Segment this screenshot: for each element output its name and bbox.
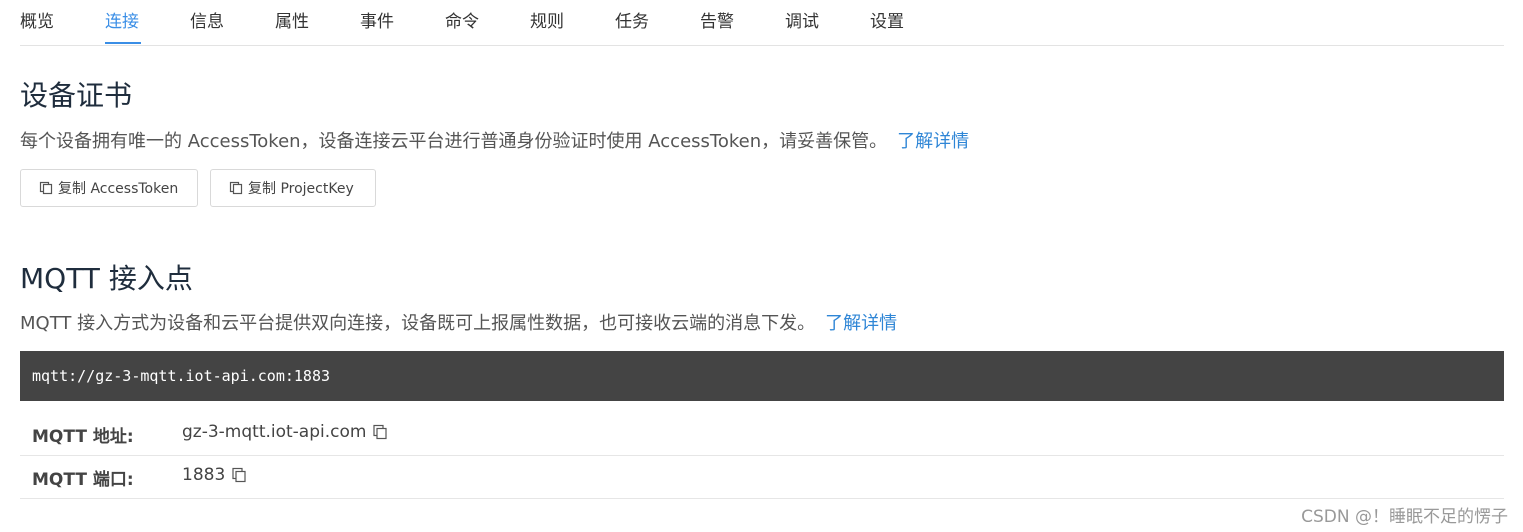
mqtt-address-row: MQTT 地址: gz-3-mqtt.iot-api.com: [20, 413, 1504, 456]
tab-bar: 概览 连接 信息 属性 事件 命令 规则 任务 告警 调试 设置: [20, 0, 1504, 46]
mqtt-address-value: gz-3-mqtt.iot-api.com: [182, 422, 367, 442]
copy-icon[interactable]: [231, 467, 247, 483]
mqtt-description: MQTT 接入方式为设备和云平台提供双向连接，设备既可上报属性数据，也可接收云端…: [20, 313, 816, 334]
copy-icon[interactable]: [372, 424, 388, 440]
certificate-description: 每个设备拥有唯一的 AccessToken，设备连接云平台进行普通身份验证时使用…: [20, 131, 888, 152]
tab-rules[interactable]: 规则: [530, 10, 564, 34]
copy-access-token-label: 复制 AccessToken: [58, 181, 179, 197]
tab-commands[interactable]: 命令: [445, 10, 479, 34]
tab-debug[interactable]: 调试: [785, 10, 819, 34]
copy-icon: [39, 181, 53, 195]
mqtt-port-value-container: 1883: [182, 465, 247, 485]
tab-overview[interactable]: 概览: [20, 10, 54, 34]
certificate-learn-more-link[interactable]: 了解详情: [897, 131, 969, 152]
tab-alerts[interactable]: 告警: [700, 10, 734, 34]
watermark: CSDN @！睡眠不足的愣子: [1301, 507, 1508, 527]
mqtt-port-value: 1883: [182, 465, 226, 485]
tab-properties[interactable]: 属性: [275, 10, 309, 34]
tab-events[interactable]: 事件: [360, 10, 394, 34]
active-tab-indicator: [105, 42, 141, 44]
copy-access-token-button[interactable]: 复制 AccessToken: [20, 169, 198, 207]
tab-connection[interactable]: 连接: [105, 10, 139, 34]
mqtt-address-label: MQTT 地址:: [32, 427, 134, 447]
certificate-description-line: 每个设备拥有唯一的 AccessToken，设备连接云平台进行普通身份验证时使用…: [20, 129, 969, 155]
mqtt-learn-more-link[interactable]: 了解详情: [825, 313, 897, 334]
mqtt-description-line: MQTT 接入方式为设备和云平台提供双向连接，设备既可上报属性数据，也可接收云端…: [20, 311, 897, 337]
tab-settings[interactable]: 设置: [870, 10, 904, 34]
mqtt-address-value-container: gz-3-mqtt.iot-api.com: [182, 422, 388, 442]
copy-project-key-button[interactable]: 复制 ProjectKey: [210, 169, 376, 207]
copy-project-key-label: 复制 ProjectKey: [248, 181, 354, 197]
mqtt-title: MQTT 接入点: [20, 262, 193, 295]
copy-icon: [229, 181, 243, 195]
tab-info[interactable]: 信息: [190, 10, 224, 34]
tab-tasks[interactable]: 任务: [615, 10, 649, 34]
mqtt-endpoint-code-block: mqtt://gz-3-mqtt.iot-api.com:1883: [20, 351, 1504, 401]
mqtt-port-label: MQTT 端口:: [32, 470, 134, 490]
mqtt-endpoint-url: mqtt://gz-3-mqtt.iot-api.com:1883: [32, 367, 331, 385]
mqtt-port-row: MQTT 端口: 1883: [20, 456, 1504, 499]
certificate-title: 设备证书: [20, 79, 133, 112]
